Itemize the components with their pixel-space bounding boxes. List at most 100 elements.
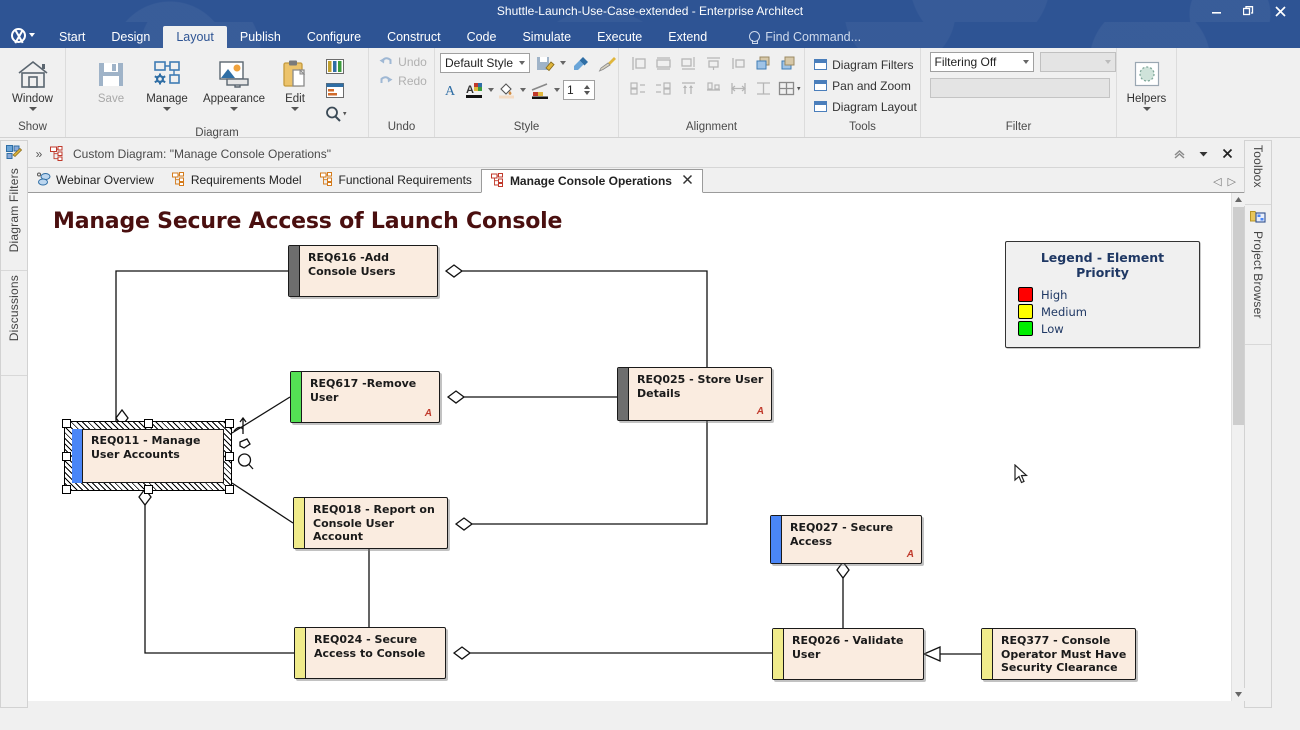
scroll-down-button[interactable] xyxy=(1232,688,1245,701)
tab-nav-next[interactable]: ▷ xyxy=(1228,175,1236,188)
format-painter-icon[interactable] xyxy=(596,52,618,74)
close-button[interactable] xyxy=(1264,1,1296,21)
tab-nav-prev[interactable]: ◁ xyxy=(1213,175,1221,188)
ribbon-tab-start[interactable]: Start xyxy=(46,26,98,48)
space-evenly-vertical-icon[interactable] xyxy=(652,77,674,99)
eyedropper-icon[interactable] xyxy=(570,52,592,74)
minimize-button[interactable] xyxy=(1200,1,1232,21)
chevron-down-icon[interactable] xyxy=(520,88,526,92)
resize-handle-s[interactable] xyxy=(144,485,153,494)
pan-and-zoom-button[interactable]: Pan and Zoom xyxy=(810,76,921,95)
diagram-canvas[interactable]: Manage Secure Access of Launch Console R… xyxy=(28,193,1231,701)
matrix-icon[interactable] xyxy=(324,79,346,101)
align-center-icon[interactable] xyxy=(652,52,674,74)
helpers-button[interactable]: Helpers xyxy=(1119,52,1175,111)
resize-handle-n[interactable] xyxy=(144,419,153,428)
ribbon-tab-execute[interactable]: Execute xyxy=(584,26,655,48)
ribbon-tab-layout[interactable]: Layout xyxy=(163,26,227,48)
save-button[interactable]: Save xyxy=(84,52,138,105)
element-req018[interactable]: REQ018 - Report on Console User Account xyxy=(293,497,448,549)
app-logo-icon[interactable] xyxy=(0,22,46,48)
space-evenly-horizontal-icon[interactable] xyxy=(627,77,649,99)
same-width-icon[interactable] xyxy=(727,77,749,99)
chevron-down-icon[interactable] xyxy=(554,88,560,92)
chevron-up-icon[interactable] xyxy=(1168,143,1190,165)
font-color-icon[interactable]: A xyxy=(465,79,485,101)
undo-button[interactable]: Undo xyxy=(375,52,431,71)
font-icon[interactable]: A xyxy=(440,79,462,101)
diagram-tab-requirements-model[interactable]: Requirements Model xyxy=(163,168,311,192)
manage-button[interactable]: Manage xyxy=(138,52,196,111)
quicklink-helpers[interactable] xyxy=(230,417,272,479)
spinner-arrows-icon[interactable] xyxy=(580,83,594,97)
ribbon-tab-design[interactable]: Design xyxy=(98,26,163,48)
diagram-tab-functional-requirements[interactable]: Functional Requirements xyxy=(311,168,481,192)
align-right-icon[interactable] xyxy=(677,52,699,74)
grid-layout-icon[interactable] xyxy=(777,77,805,99)
chevron-down-icon[interactable] xyxy=(488,88,494,92)
scroll-up-button[interactable] xyxy=(1232,193,1245,206)
element-req011[interactable]: REQ011 - Manage User Accounts xyxy=(62,419,234,494)
chevron-down-icon[interactable] xyxy=(28,107,37,111)
diagram-filters-button[interactable]: Diagram Filters xyxy=(810,55,921,74)
resize-handle-se[interactable] xyxy=(225,485,234,494)
fill-color-icon[interactable] xyxy=(497,79,517,101)
ribbon-tab-code[interactable]: Code xyxy=(454,26,510,48)
align-bottoms-icon[interactable] xyxy=(702,77,724,99)
ribbon-tab-simulate[interactable]: Simulate xyxy=(509,26,584,48)
ribbon-tab-construct[interactable]: Construct xyxy=(374,26,454,48)
ribbon-tab-extend[interactable]: Extend xyxy=(655,26,720,48)
save-style-icon[interactable] xyxy=(534,52,556,74)
chevron-down-icon[interactable] xyxy=(1142,107,1151,111)
restore-button[interactable] xyxy=(1232,1,1264,21)
element-req025[interactable]: REQ025 - Store User Details A xyxy=(617,367,772,421)
close-icon[interactable] xyxy=(682,174,693,188)
align-middle-icon[interactable] xyxy=(727,52,749,74)
diagram-tab-webinar-overview[interactable]: Webinar Overview xyxy=(28,168,163,192)
breadcrumb-expand-icon[interactable]: » xyxy=(28,147,50,161)
close-icon[interactable] xyxy=(1216,143,1238,165)
zoom-magnifier-icon[interactable] xyxy=(324,103,350,125)
diagram-layout-button[interactable]: Diagram Layout xyxy=(810,97,921,116)
dock-tab-project-browser[interactable]: Project Browser xyxy=(1245,205,1271,345)
canvas-vertical-scrollbar[interactable] xyxy=(1231,193,1245,701)
line-width-spinner[interactable]: 1 xyxy=(563,80,595,100)
chevron-down-icon[interactable] xyxy=(560,61,566,65)
ribbon-tab-publish[interactable]: Publish xyxy=(227,26,294,48)
resize-handle-sw[interactable] xyxy=(62,485,71,494)
dock-tab-diagram-filters[interactable]: Diagram Filters xyxy=(1,141,27,271)
appearance-button[interactable]: Appearance xyxy=(196,52,272,111)
align-tops-icon[interactable] xyxy=(677,77,699,99)
find-command[interactable]: Find Command... xyxy=(748,26,861,48)
chevron-down-icon[interactable] xyxy=(1192,143,1214,165)
filter-text-input[interactable] xyxy=(929,78,1110,98)
resize-handle-nw[interactable] xyxy=(62,419,71,428)
chevron-down-icon[interactable] xyxy=(163,107,171,111)
filter-criteria-select[interactable] xyxy=(1039,52,1116,72)
style-select[interactable]: Default Style xyxy=(440,53,530,73)
edit-button[interactable]: Edit xyxy=(272,52,318,111)
dock-tab-discussions[interactable]: Discussions xyxy=(1,271,27,376)
resize-handle-w[interactable] xyxy=(62,452,71,461)
swimlanes-icon[interactable] xyxy=(324,55,346,77)
element-req024[interactable]: REQ024 - Secure Access to Console xyxy=(294,627,446,679)
send-to-back-icon[interactable] xyxy=(777,52,799,74)
chevron-down-icon[interactable] xyxy=(230,107,238,111)
dock-tab-toolbox[interactable]: Toolbox xyxy=(1245,141,1271,205)
scroll-thumb[interactable] xyxy=(1233,207,1244,425)
bring-to-front-icon[interactable] xyxy=(752,52,774,74)
element-req616[interactable]: REQ616 -Add Console Users xyxy=(288,245,438,297)
align-left-icon[interactable] xyxy=(627,52,649,74)
line-style-icon[interactable] xyxy=(529,79,551,101)
element-req026[interactable]: REQ026 - Validate User xyxy=(772,628,924,680)
element-req027[interactable]: REQ027 - Secure Access A xyxy=(770,515,922,564)
diagram-tab-manage-console-operations[interactable]: Manage Console Operations xyxy=(480,169,703,193)
filter-mode-select[interactable]: Filtering Off xyxy=(929,52,1034,72)
element-req377[interactable]: REQ377 - Console Operator Must Have Secu… xyxy=(981,628,1136,680)
legend[interactable]: Legend - Element Priority High Medium Lo… xyxy=(1005,241,1200,348)
ribbon-tab-configure[interactable]: Configure xyxy=(294,26,374,48)
element-req617[interactable]: REQ617 -Remove User A xyxy=(290,371,440,423)
redo-button[interactable]: Redo xyxy=(375,71,431,90)
align-top-icon[interactable] xyxy=(702,52,724,74)
chevron-down-icon[interactable] xyxy=(291,107,299,111)
